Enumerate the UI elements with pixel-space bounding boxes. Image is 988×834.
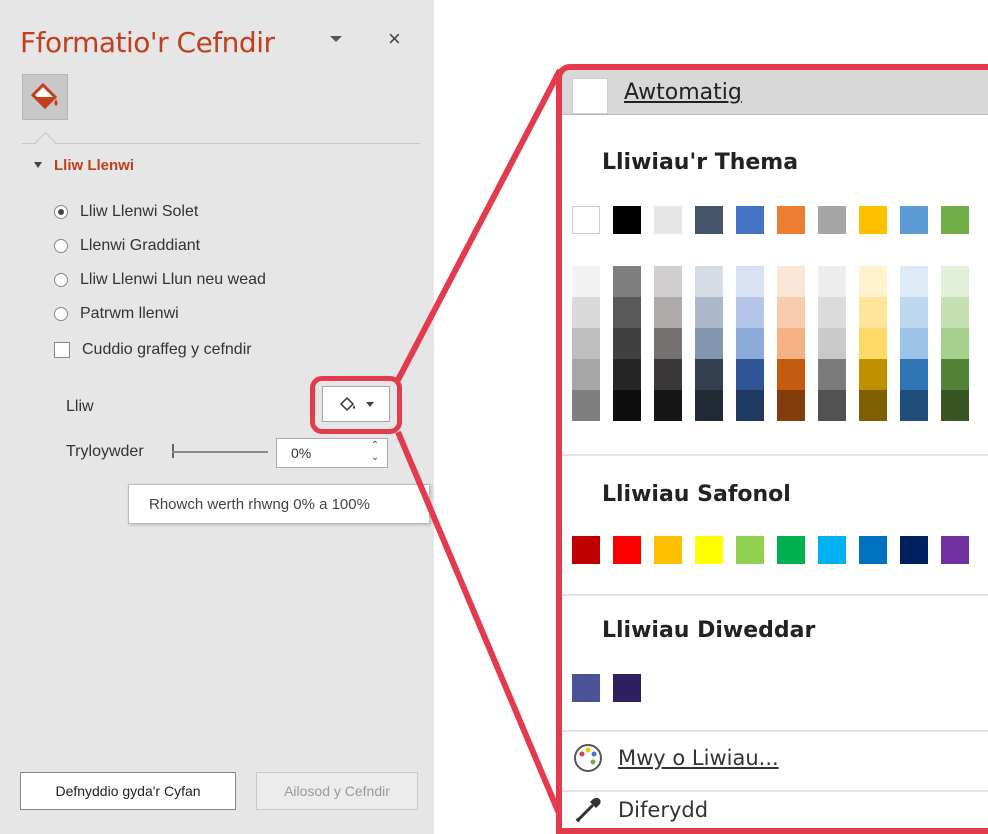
theme-shade-swatch[interactable]	[900, 297, 928, 328]
standard-color-swatch[interactable]	[859, 536, 887, 564]
standard-color-swatch[interactable]	[818, 536, 846, 564]
more-colors-menu-item[interactable]: Mwy o Liwiau...	[572, 742, 779, 774]
theme-shade-swatch[interactable]	[736, 359, 764, 390]
theme-shade-swatch[interactable]	[818, 328, 846, 359]
theme-shade-swatch[interactable]	[572, 297, 600, 328]
more-colors-label: Mwy o Liwiau...	[618, 746, 779, 770]
theme-shade-swatch[interactable]	[900, 266, 928, 297]
automatic-label: Awtomatig	[624, 80, 742, 105]
theme-shade-swatch[interactable]	[777, 297, 805, 328]
theme-shade-swatch[interactable]	[818, 297, 846, 328]
eyedropper-label: Diferydd	[618, 798, 709, 822]
theme-shade-swatch[interactable]	[613, 328, 641, 359]
theme-shade-swatch[interactable]	[900, 390, 928, 421]
theme-color-swatch[interactable]	[900, 206, 928, 234]
theme-shade-swatch[interactable]	[736, 390, 764, 421]
theme-color-swatch[interactable]	[613, 206, 641, 234]
theme-shade-swatch[interactable]	[777, 390, 805, 421]
theme-shade-swatch[interactable]	[613, 266, 641, 297]
theme-color-swatch[interactable]	[859, 206, 887, 234]
theme-shade-swatch[interactable]	[572, 390, 600, 421]
theme-shade-swatch[interactable]	[613, 390, 641, 421]
standard-color-swatch[interactable]	[654, 536, 682, 564]
theme-color-swatch[interactable]	[818, 206, 846, 234]
theme-shade-swatch[interactable]	[859, 328, 887, 359]
theme-shade-swatch[interactable]	[859, 359, 887, 390]
theme-shade-swatch[interactable]	[572, 266, 600, 297]
standard-color-swatch[interactable]	[900, 536, 928, 564]
color-palette-icon	[574, 744, 602, 772]
theme-shade-swatch[interactable]	[818, 266, 846, 297]
theme-shade-swatch[interactable]	[941, 390, 969, 421]
theme-shade-swatch[interactable]	[654, 297, 682, 328]
theme-shade-swatch[interactable]	[654, 359, 682, 390]
separator	[562, 790, 988, 792]
standard-colors-heading: Lliwiau Safonol	[602, 482, 791, 507]
theme-shade-swatch[interactable]	[695, 390, 723, 421]
standard-color-swatch[interactable]	[736, 536, 764, 564]
theme-shade-swatch[interactable]	[572, 359, 600, 390]
theme-shade-swatch[interactable]	[613, 359, 641, 390]
theme-color-swatch[interactable]	[572, 206, 600, 234]
automatic-color-swatch	[572, 78, 608, 114]
theme-shade-swatch[interactable]	[736, 266, 764, 297]
standard-color-swatch[interactable]	[941, 536, 969, 564]
theme-color-swatch[interactable]	[941, 206, 969, 234]
recent-color-swatch[interactable]	[572, 674, 600, 702]
recent-colors-heading: Lliwiau Diweddar	[602, 618, 816, 643]
color-palette-dropdown: Awtomatig Lliwiau'r Thema Lliwiau Safono…	[556, 64, 988, 834]
standard-color-swatch[interactable]	[572, 536, 600, 564]
theme-shade-swatch[interactable]	[654, 390, 682, 421]
theme-shade-swatch[interactable]	[941, 328, 969, 359]
theme-shade-swatch[interactable]	[777, 328, 805, 359]
separator	[562, 454, 988, 456]
theme-color-swatch[interactable]	[695, 206, 723, 234]
theme-shade-swatch[interactable]	[941, 359, 969, 390]
theme-shade-swatch[interactable]	[736, 328, 764, 359]
theme-shade-swatch[interactable]	[613, 297, 641, 328]
theme-shade-swatch[interactable]	[695, 359, 723, 390]
standard-color-swatch[interactable]	[695, 536, 723, 564]
theme-shade-swatch[interactable]	[695, 328, 723, 359]
theme-color-swatch[interactable]	[777, 206, 805, 234]
theme-shade-swatch[interactable]	[572, 328, 600, 359]
theme-shade-swatch[interactable]	[900, 359, 928, 390]
theme-color-swatch[interactable]	[654, 206, 682, 234]
separator	[562, 594, 988, 596]
separator	[562, 730, 988, 732]
theme-shade-swatch[interactable]	[654, 328, 682, 359]
recent-color-swatch[interactable]	[613, 674, 641, 702]
theme-shade-swatch[interactable]	[859, 297, 887, 328]
standard-color-swatch[interactable]	[777, 536, 805, 564]
theme-shade-swatch[interactable]	[941, 297, 969, 328]
theme-colors-heading: Lliwiau'r Thema	[602, 150, 799, 175]
theme-shade-swatch[interactable]	[941, 266, 969, 297]
theme-shade-swatch[interactable]	[818, 390, 846, 421]
theme-shade-swatch[interactable]	[859, 390, 887, 421]
theme-shade-swatch[interactable]	[859, 266, 887, 297]
theme-shade-swatch[interactable]	[695, 266, 723, 297]
eyedropper-menu-item[interactable]: Diferydd	[572, 794, 708, 826]
theme-color-swatch[interactable]	[736, 206, 764, 234]
theme-shade-swatch[interactable]	[900, 328, 928, 359]
standard-color-swatch[interactable]	[613, 536, 641, 564]
automatic-color-option[interactable]: Awtomatig	[562, 70, 988, 115]
eyedropper-icon	[575, 797, 601, 823]
theme-shade-swatch[interactable]	[736, 297, 764, 328]
theme-shade-swatch[interactable]	[818, 359, 846, 390]
theme-shade-swatch[interactable]	[777, 266, 805, 297]
theme-shade-swatch[interactable]	[654, 266, 682, 297]
theme-shade-swatch[interactable]	[777, 359, 805, 390]
theme-shade-swatch[interactable]	[695, 297, 723, 328]
